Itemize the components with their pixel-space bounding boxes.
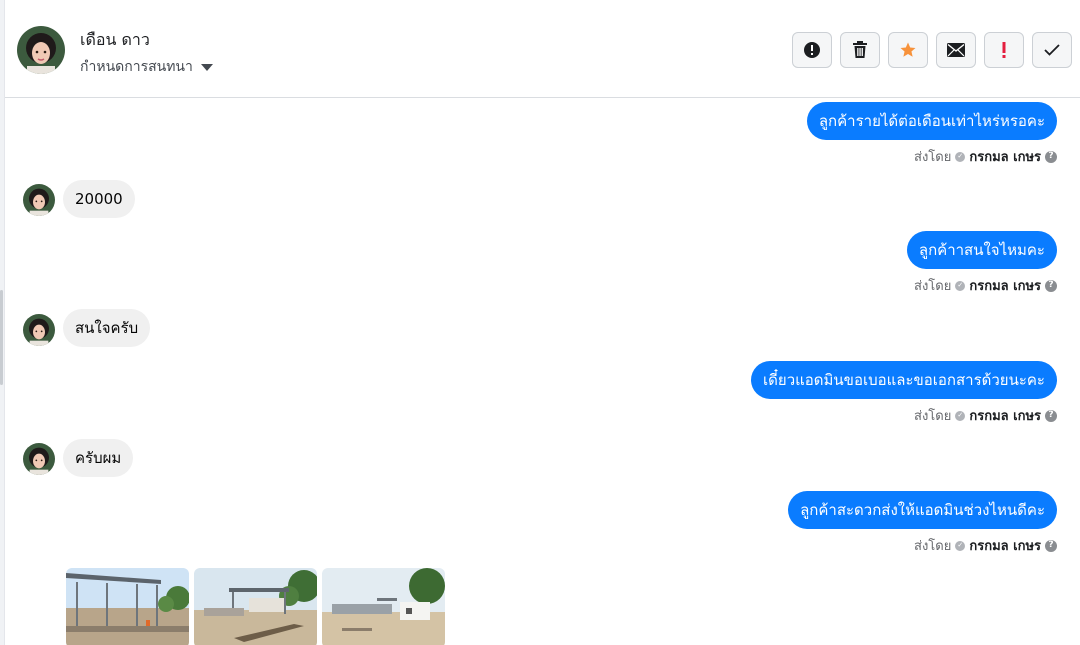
conversation-label-dropdown[interactable]: กำหนดการสนทนา [80, 56, 213, 78]
caret-down-icon [200, 63, 213, 71]
sent-by-line: ส่งโดย ✓ กรกมล เกษร ? [914, 275, 1057, 296]
sender-avatar[interactable] [23, 184, 55, 216]
exclamation-icon [1002, 42, 1006, 58]
incoming-message[interactable]: ครับผม [63, 439, 134, 477]
verified-icon: ✓ [955, 280, 966, 291]
verified-icon: ✓ [955, 410, 966, 421]
exclamation-circle-icon [804, 42, 820, 58]
contact-name: เดือน ดาว [80, 30, 150, 49]
help-icon[interactable]: ? [1045, 279, 1057, 292]
incoming-message[interactable]: สนใจครับ [63, 309, 151, 347]
sent-by-label: ส่งโดย [914, 279, 952, 294]
photo-attachment[interactable] [66, 568, 189, 645]
star-icon [900, 42, 916, 57]
sender-avatar[interactable] [23, 443, 55, 475]
sent-by-line: ส่งโดย ✓ กรกมล เกษร ? [914, 146, 1057, 167]
mark-important-button[interactable] [984, 32, 1024, 68]
mark-done-button[interactable] [1032, 32, 1072, 68]
sent-by-label: ส่งโดย [914, 150, 952, 165]
message-thread[interactable]: ลูกค้ารายได้ต่อเดือนเท่าไหร่หรอคะ ส่งโดย… [5, 98, 1080, 645]
agent-name[interactable]: กรกมล เกษร [969, 405, 1041, 426]
sent-by-label: ส่งโดย [914, 539, 952, 554]
trash-icon [853, 41, 867, 58]
photo-attachment[interactable] [194, 568, 317, 645]
help-icon[interactable]: ? [1045, 150, 1057, 163]
sent-by-line: ส่งโดย ✓ กรกมล เกษร ? [914, 405, 1057, 426]
photo-attachments [66, 568, 445, 645]
delete-button[interactable] [840, 32, 880, 68]
scrollbar-thumb[interactable] [0, 290, 3, 385]
outgoing-message[interactable]: ลูกค้าสะดวกส่งให้แอดมินช่วงไหนดีคะ [788, 491, 1057, 529]
incoming-message[interactable]: 20000 [63, 180, 135, 218]
agent-name[interactable]: กรกมล เกษร [969, 146, 1041, 167]
conversation-actions [792, 32, 1072, 68]
verified-icon: ✓ [955, 151, 966, 162]
envelope-icon [947, 43, 965, 57]
conversation-header: เดือน ดาว กำหนดการสนทนา [5, 0, 1080, 98]
sent-by-line: ส่งโดย ✓ กรกมล เกษร ? [914, 535, 1057, 556]
sender-avatar[interactable] [23, 314, 55, 346]
outgoing-message[interactable]: ลูกค้ารายได้ต่อเดือนเท่าไหร่หรอคะ [806, 102, 1057, 140]
verified-icon: ✓ [955, 540, 966, 551]
sent-by-label: ส่งโดย [914, 409, 952, 424]
mark-unread-button[interactable] [936, 32, 976, 68]
outgoing-message[interactable]: เดี๋ยวแอดมินขอเบอและขอเอกสารด้วยนะคะ [751, 361, 1057, 399]
contact-avatar[interactable] [17, 26, 65, 74]
check-icon [1044, 44, 1060, 56]
agent-name[interactable]: กรกมล เกษร [969, 535, 1041, 556]
agent-name[interactable]: กรกมล เกษร [969, 275, 1041, 296]
conversation-label-text: กำหนดการสนทนา [80, 59, 193, 75]
help-icon[interactable]: ? [1045, 539, 1057, 552]
photo-attachment[interactable] [322, 568, 445, 645]
help-icon[interactable]: ? [1045, 409, 1057, 422]
outgoing-message[interactable]: ลูกค้าาสนใจไหมคะ [906, 231, 1057, 269]
report-spam-button[interactable] [792, 32, 832, 68]
star-button[interactable] [888, 32, 928, 68]
